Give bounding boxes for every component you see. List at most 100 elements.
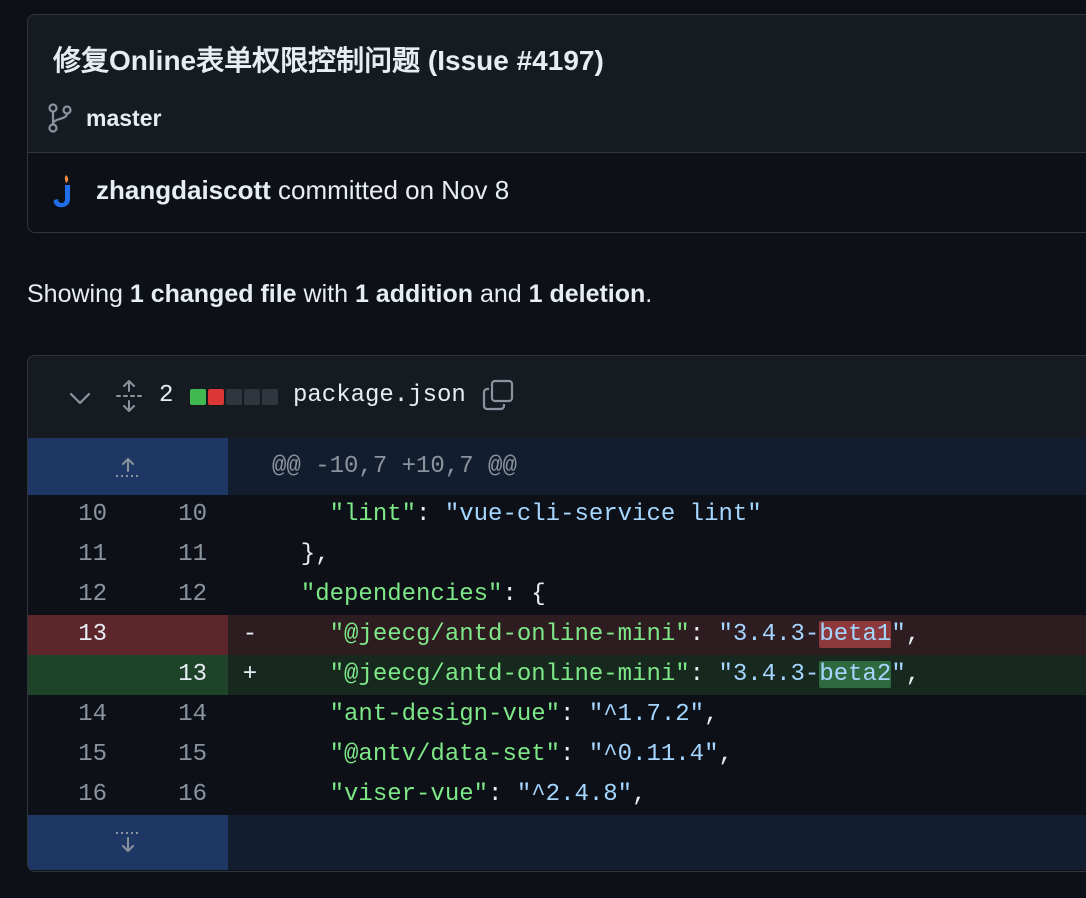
branch-name[interactable]: master	[86, 105, 161, 132]
summary-deletions: 1 deletion	[528, 280, 646, 308]
diff-summary: Showing 1 changed file with 1 addition a…	[27, 280, 652, 309]
new-line-number[interactable]	[128, 615, 228, 655]
json-value: "^2.4.8"	[516, 781, 633, 808]
json-punct: : {	[502, 581, 546, 608]
line-numbers: 13	[28, 655, 228, 695]
file-name[interactable]: package.json	[293, 382, 466, 409]
diff-line: 13 + "@jeecg/antd-online-mini": "3.4.3-be…	[28, 655, 1086, 695]
diffstat-block	[262, 389, 278, 405]
chevron-down-icon[interactable]	[68, 386, 92, 410]
diff-sign	[228, 695, 272, 735]
code-indent: },	[272, 541, 330, 568]
code-content: "viser-vue": "^2.4.8",	[272, 775, 647, 815]
commit-header: 修复Online表单权限控制问题 (Issue #4197) master zh…	[27, 14, 1086, 233]
summary-end: .	[645, 280, 653, 308]
code-content: },	[272, 535, 330, 575]
new-line-number[interactable]: 14	[128, 695, 228, 735]
commit-date: committed on Nov 8	[270, 175, 510, 205]
diff-sign	[228, 535, 272, 575]
new-line-number[interactable]: 11	[128, 535, 228, 575]
expand-down-button[interactable]	[28, 815, 228, 870]
line-numbers: 10 10	[28, 495, 228, 535]
old-line-number[interactable]: 16	[28, 775, 128, 815]
diff-line: 11 11 },	[28, 535, 1086, 575]
json-comma: ,	[704, 701, 719, 728]
unfold-icon[interactable]	[115, 380, 143, 412]
avatar[interactable]	[50, 173, 78, 209]
hunk-header: @@ -10,7 +10,7 @@	[272, 453, 517, 480]
old-line-number[interactable]: 14	[28, 695, 128, 735]
commit-title: 修复Online表单权限控制问题 (Issue #4197)	[53, 45, 604, 76]
json-value: "3.4.3-	[718, 621, 820, 648]
json-key: "@jeecg/antd-online-mini"	[329, 661, 690, 688]
diff-lines: 10 10 "lint": "vue-cli-service lint" 11 11 …	[28, 495, 1086, 815]
json-key: "lint"	[329, 501, 417, 528]
line-numbers: 15 15	[28, 735, 228, 775]
diff-sign	[228, 575, 272, 615]
json-value-end: "	[891, 621, 906, 648]
json-value: "vue-cli-service lint"	[444, 501, 762, 528]
diff-line: 15 15 "@antv/data-set": "^0.11.4",	[28, 735, 1086, 775]
code-content: "ant-design-vue": "^1.7.2",	[272, 695, 719, 735]
line-numbers: 12 12	[28, 575, 228, 615]
changes-count: 2	[159, 382, 174, 409]
file-diff: 2 package.json @@ -10,7 +10,7 @@ 10 10 "l…	[27, 355, 1086, 872]
old-line-number[interactable]: 13	[28, 615, 128, 655]
code-content: "@antv/data-set": "^0.11.4",	[272, 735, 733, 775]
author-link[interactable]: zhangdaiscott	[96, 175, 271, 205]
hunk-row: @@ -10,7 +10,7 @@	[28, 438, 1086, 495]
code-content: "lint": "vue-cli-service lint"	[272, 495, 762, 535]
summary-prefix: Showing	[27, 280, 130, 308]
branch-row[interactable]: master	[48, 103, 161, 133]
json-value: "3.4.3-	[718, 661, 820, 688]
json-key: "ant-design-vue"	[329, 701, 561, 728]
diff-sign	[228, 495, 272, 535]
json-comma: ,	[905, 621, 921, 648]
changed-word: beta2	[819, 661, 892, 688]
diff-sign	[228, 735, 272, 775]
summary-additions: 1 addition	[354, 280, 473, 308]
code-content: "@jeecg/antd-online-mini": "3.4.3-beta2"…	[272, 655, 920, 695]
line-numbers: 16 16	[28, 775, 228, 815]
diff-line: 14 14 "ant-design-vue": "^1.7.2",	[28, 695, 1086, 735]
file-header: 2 package.json	[28, 356, 1086, 439]
old-line-number[interactable]	[28, 655, 128, 695]
new-line-number[interactable]: 13	[128, 655, 228, 695]
summary-and: and	[473, 280, 529, 308]
old-line-number[interactable]: 12	[28, 575, 128, 615]
new-line-number[interactable]: 10	[128, 495, 228, 535]
json-comma: ,	[905, 661, 921, 688]
diff-line: 16 16 "viser-vue": "^2.4.8",	[28, 775, 1086, 815]
json-punct: :	[560, 741, 589, 768]
new-line-number[interactable]: 15	[128, 735, 228, 775]
line-numbers: 14 14	[28, 695, 228, 735]
expand-down-icon	[116, 831, 138, 852]
json-value-end: "	[891, 661, 906, 688]
hunk-bottom-row	[28, 815, 1086, 870]
old-line-number[interactable]: 15	[28, 735, 128, 775]
diffstat-block	[226, 389, 242, 405]
old-line-number[interactable]: 11	[28, 535, 128, 575]
old-line-number[interactable]: 10	[28, 495, 128, 535]
expand-up-button[interactable]	[28, 438, 228, 495]
commit-author-line: zhangdaiscott committed on Nov 8	[96, 175, 509, 206]
copy-icon[interactable]	[481, 378, 515, 412]
diff-table: @@ -10,7 +10,7 @@ 10 10 "lint": "vue-cli-…	[28, 438, 1086, 870]
new-line-number[interactable]: 16	[128, 775, 228, 815]
diffstat-block	[190, 389, 206, 405]
diffstat-block	[244, 389, 260, 405]
json-punct: :	[416, 501, 445, 528]
json-key: "@antv/data-set"	[329, 741, 561, 768]
summary-changed: 1 changed file	[129, 280, 297, 308]
code-content: "@jeecg/antd-online-mini": "3.4.3-beta1"…	[272, 615, 920, 655]
json-punct: :	[488, 781, 517, 808]
new-line-number[interactable]: 12	[128, 575, 228, 615]
json-comma: ,	[718, 741, 733, 768]
diff-line: 12 12 "dependencies": {	[28, 575, 1086, 615]
summary-with: with	[296, 280, 355, 308]
